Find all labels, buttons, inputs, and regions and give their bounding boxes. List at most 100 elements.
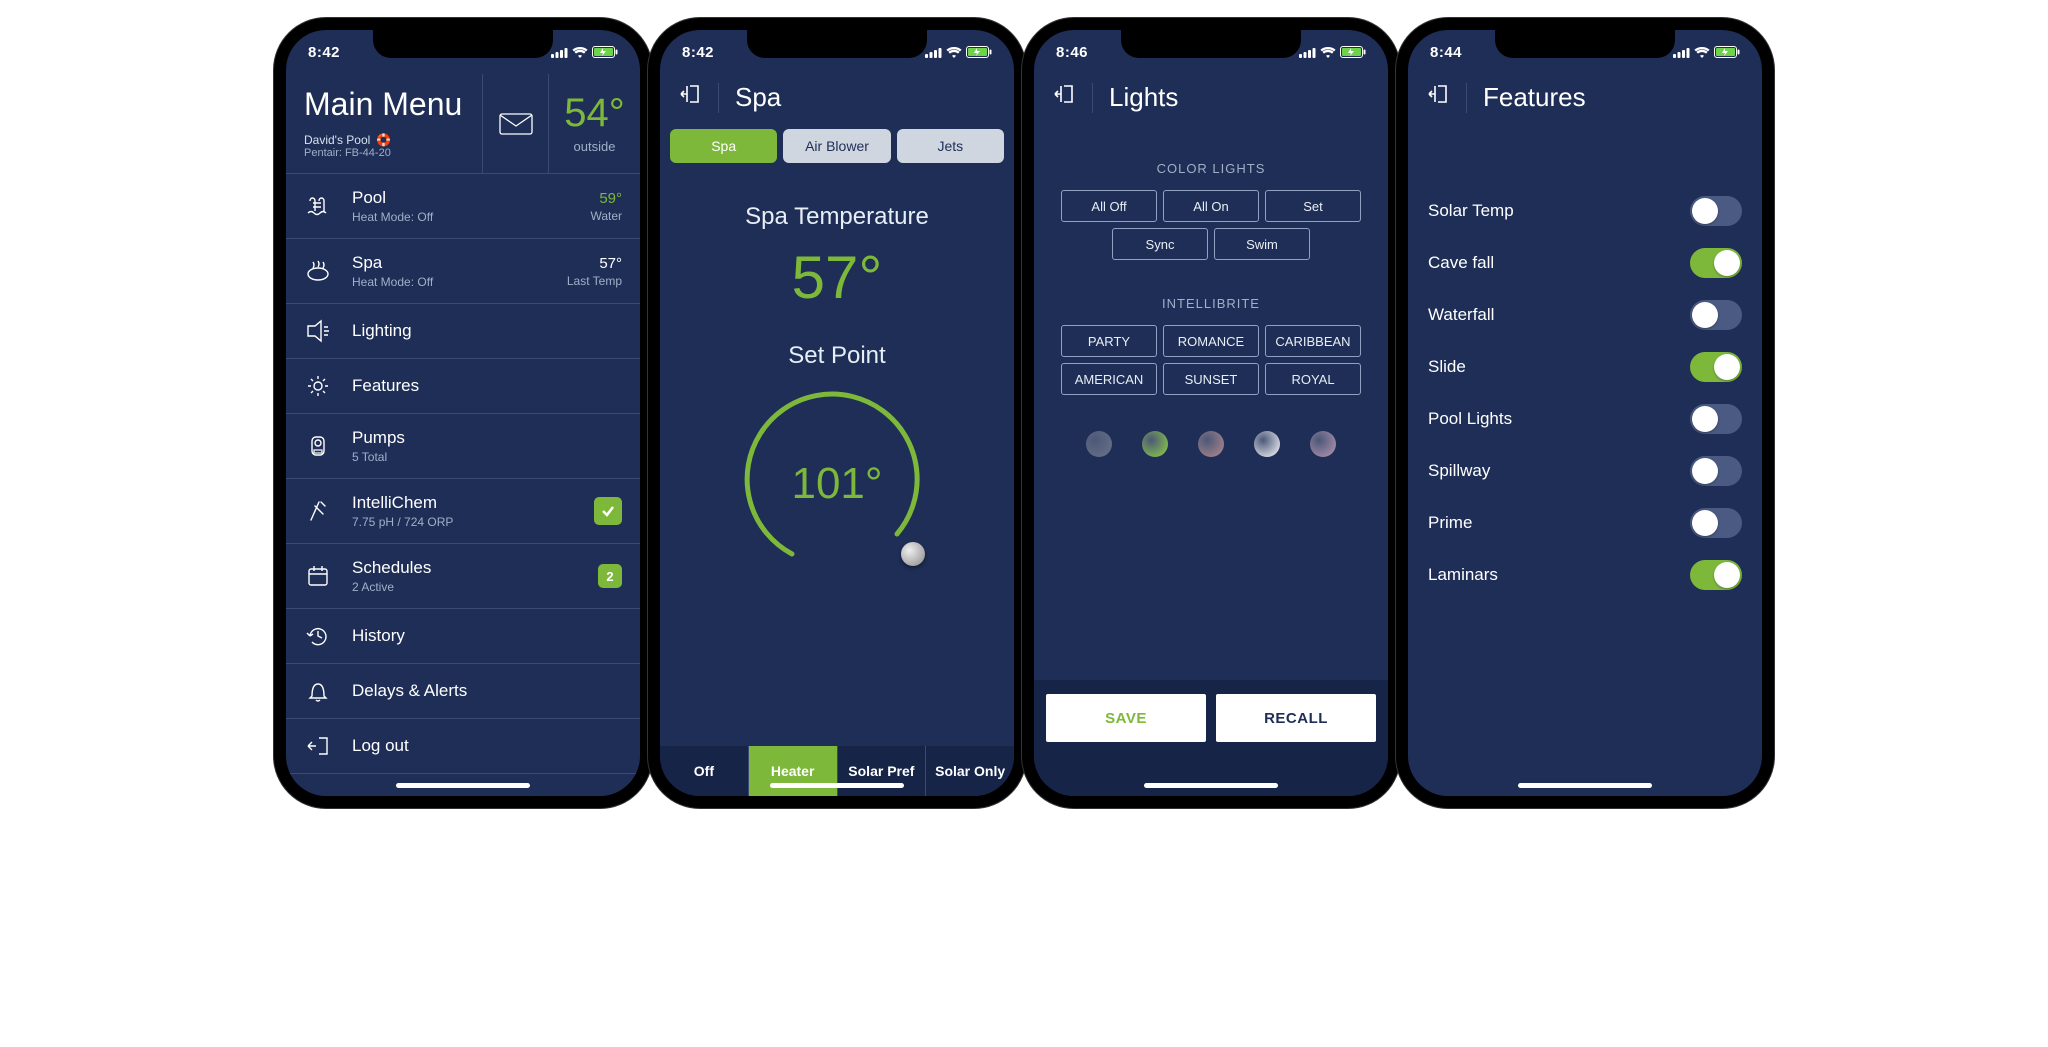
- toggle-slide[interactable]: [1690, 352, 1742, 382]
- menu-item-intellichem[interactable]: IntelliChem 7.75 pH / 724 ORP: [286, 479, 640, 544]
- status-time: 8:42: [682, 44, 714, 61]
- toggle-waterfall[interactable]: [1690, 300, 1742, 330]
- light-btn-all-on[interactable]: All On: [1163, 190, 1259, 222]
- intellibrite-btn-party[interactable]: PARTY: [1061, 325, 1157, 357]
- menu-item-title: Pool: [352, 188, 570, 208]
- intellibrite-btn-caribbean[interactable]: CARIBBEAN: [1265, 325, 1361, 357]
- pump-icon: [304, 433, 332, 459]
- setpoint-dial[interactable]: 101°: [737, 384, 937, 584]
- back-button[interactable]: [678, 82, 702, 113]
- menu-item-subtitle: 5 Total: [352, 450, 622, 464]
- toggle-pool-lights[interactable]: [1690, 404, 1742, 434]
- feature-row-spillway: Spillway: [1428, 445, 1742, 497]
- pool-icon: [304, 193, 332, 219]
- notch: [747, 30, 927, 58]
- menu-item-title: Pumps: [352, 428, 622, 448]
- feature-label: Laminars: [1428, 565, 1498, 585]
- tab-air-blower[interactable]: Air Blower: [783, 129, 890, 163]
- color-swatch-0[interactable]: [1086, 431, 1112, 457]
- outside-temp-label: outside: [574, 139, 616, 154]
- dial-handle[interactable]: [901, 542, 925, 566]
- toggle-solar-temp[interactable]: [1690, 196, 1742, 226]
- toggle-prime[interactable]: [1690, 508, 1742, 538]
- calendar-icon: [304, 563, 332, 589]
- header: Spa: [660, 74, 1014, 129]
- menu-item-text: Log out: [352, 736, 622, 756]
- toggle-laminars[interactable]: [1690, 560, 1742, 590]
- features-list: Solar Temp Cave fall Waterfall Slide Poo…: [1408, 129, 1762, 796]
- feature-row-laminars: Laminars: [1428, 549, 1742, 601]
- toggle-cave-fall[interactable]: [1690, 248, 1742, 278]
- color-swatch-3[interactable]: [1254, 431, 1280, 457]
- light-btn-all-off[interactable]: All Off: [1061, 190, 1157, 222]
- menu-item-pumps[interactable]: Pumps 5 Total: [286, 414, 640, 479]
- intellibrite-btn-american[interactable]: AMERICAN: [1061, 363, 1157, 395]
- light-btn-sync[interactable]: Sync: [1112, 228, 1208, 260]
- color-swatch-4[interactable]: [1310, 431, 1336, 457]
- header: Features: [1408, 74, 1762, 129]
- header: Lights: [1034, 74, 1388, 129]
- light-btn-set[interactable]: Set: [1265, 190, 1361, 222]
- menu-item-title: Features: [352, 376, 622, 396]
- pool-icon: 🛟: [376, 133, 391, 147]
- color-swatch-2[interactable]: [1198, 431, 1224, 457]
- notch: [1121, 30, 1301, 58]
- menu-item-text: History: [352, 626, 622, 646]
- toggle-spillway[interactable]: [1690, 456, 1742, 486]
- temperature-label: Spa Temperature: [745, 203, 929, 231]
- save-button[interactable]: SAVE: [1046, 694, 1206, 742]
- feature-label: Solar Temp: [1428, 201, 1514, 221]
- heat-mode-solar-only[interactable]: Solar Only: [926, 746, 1014, 796]
- menu-item-text: Lighting: [352, 321, 622, 341]
- menu-item-log-out[interactable]: Log out: [286, 719, 640, 774]
- status-icons: [1673, 46, 1740, 58]
- menu-item-subtitle: Heat Mode: Off: [352, 275, 547, 289]
- menu-item-spa[interactable]: Spa Heat Mode: Off 57° Last Temp: [286, 239, 640, 304]
- menu-item-pool[interactable]: Pool Heat Mode: Off 59° Water: [286, 174, 640, 239]
- intellibrite-buttons: PARTYROMANCECARIBBEAN AMERICANSUNSETROYAL: [1034, 325, 1388, 395]
- light-btn-swim[interactable]: Swim: [1214, 228, 1310, 260]
- menu-item-history[interactable]: History: [286, 609, 640, 664]
- intellibrite-btn-romance[interactable]: ROMANCE: [1163, 325, 1259, 357]
- feature-label: Prime: [1428, 513, 1472, 533]
- tab-spa[interactable]: Spa: [670, 129, 777, 163]
- menu-item-title: IntelliChem: [352, 493, 574, 513]
- menu-item-lighting[interactable]: Lighting: [286, 304, 640, 359]
- color-lights-buttons: All OffAll OnSet SyncSwim: [1034, 190, 1388, 260]
- back-button[interactable]: [1052, 82, 1076, 113]
- menu-item-text: Pumps 5 Total: [352, 428, 622, 464]
- menu-item-schedules[interactable]: Schedules 2 Active 2: [286, 544, 640, 609]
- tab-jets[interactable]: Jets: [897, 129, 1004, 163]
- menu-item-features[interactable]: Features: [286, 359, 640, 414]
- feature-label: Spillway: [1428, 461, 1490, 481]
- heat-mode-off[interactable]: Off: [660, 746, 749, 796]
- menu-item-title: Spa: [352, 253, 547, 273]
- menu-item-delays-alerts[interactable]: Delays & Alerts: [286, 664, 640, 719]
- menu-item-subtitle: 7.75 pH / 724 ORP: [352, 515, 574, 529]
- light-icon: [304, 318, 332, 344]
- heat-mode-solar-pref[interactable]: Solar Pref: [838, 746, 927, 796]
- menu-item-title: History: [352, 626, 622, 646]
- check-badge: [594, 497, 622, 525]
- logout-icon: [304, 733, 332, 759]
- phone-main-menu: 8:42 Main Menu David's Pool🛟 Pentair: FB…: [286, 30, 640, 796]
- feature-row-slide: Slide: [1428, 341, 1742, 393]
- intellibrite-btn-royal[interactable]: ROYAL: [1265, 363, 1361, 395]
- page-title: Main Menu: [304, 86, 482, 123]
- feature-row-pool-lights: Pool Lights: [1428, 393, 1742, 445]
- back-button[interactable]: [1426, 82, 1450, 113]
- menu-item-title: Delays & Alerts: [352, 681, 622, 701]
- spa-icon: [304, 258, 332, 284]
- spa-tabs: SpaAir BlowerJets: [660, 129, 1014, 163]
- notch: [1495, 30, 1675, 58]
- messages-button[interactable]: [482, 74, 548, 173]
- phone-lights: 8:46 Lights COLOR LIGHTS All OffAll OnSe…: [1034, 30, 1388, 796]
- menu-item-text: IntelliChem 7.75 pH / 724 ORP: [352, 493, 574, 529]
- menu-item-title: Schedules: [352, 558, 578, 578]
- intellibrite-btn-sunset[interactable]: SUNSET: [1163, 363, 1259, 395]
- color-swatch-1[interactable]: [1142, 431, 1168, 457]
- feature-label: Pool Lights: [1428, 409, 1512, 429]
- recall-button[interactable]: RECALL: [1216, 694, 1376, 742]
- heat-mode-heater[interactable]: Heater: [749, 746, 838, 796]
- section-color-lights: COLOR LIGHTS: [1157, 161, 1266, 176]
